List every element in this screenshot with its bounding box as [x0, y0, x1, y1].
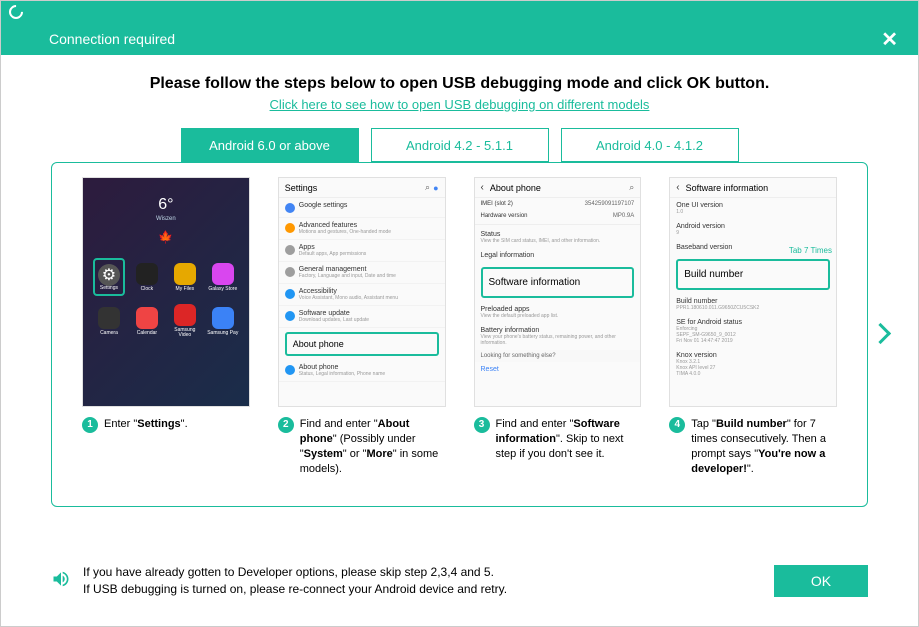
weather-city: Wiszen — [156, 216, 176, 222]
step-4-desc: 4 Tap "Build number" for 7 times consecu… — [669, 417, 837, 476]
kv-row: IMEI (slot 2)354259091197107 — [475, 198, 641, 210]
app-icon: Samsung Pay — [207, 302, 239, 340]
app-grid: SettingsClockMy FilesGalaxy Store CameraC… — [83, 258, 249, 384]
step-num-2: 2 — [278, 417, 294, 433]
tab-android-4-0[interactable]: Android 4.0 - 4.1.2 — [561, 128, 739, 162]
tab-7-note: Tab 7 Times — [789, 246, 832, 255]
back-icon: ‹ — [481, 182, 484, 193]
settings-row: AppsDefault apps, App permissions — [279, 240, 445, 262]
software-info-highlight: Software information — [481, 267, 635, 298]
tab-row: Android 6.0 or above Android 4.2 - 5.1.1… — [51, 128, 868, 162]
dialog-header: Connection required ✕ — [1, 23, 918, 55]
speaker-icon — [51, 569, 71, 594]
step-num-3: 3 — [474, 417, 490, 433]
search-icon: ⌕ — [425, 182, 430, 193]
dialog-window: Connection required ✕ Please follow the … — [0, 0, 919, 627]
step-2-text: Find and enter "About phone" (Possibly u… — [300, 417, 446, 476]
dialog-title: Connection required — [49, 31, 175, 47]
step-4-screenshot: ‹ Software information One UI version1.0… — [669, 177, 837, 407]
help-link[interactable]: Click here to see how to open USB debugg… — [51, 97, 868, 112]
build-number-highlight: Build number — [676, 259, 830, 290]
settings-row: General managementFactory, Language and … — [279, 262, 445, 284]
step-3-screenshot: ‹ About phone ⌕ IMEI (slot 2)35425909119… — [474, 177, 642, 407]
dialog-content: Please follow the steps below to open US… — [1, 55, 918, 507]
main-heading: Please follow the steps below to open US… — [51, 75, 868, 93]
step-4: ‹ Software information One UI version1.0… — [669, 177, 837, 476]
settings-row: Advanced featuresMotions and gestures, O… — [279, 218, 445, 240]
more-icon: ● — [433, 183, 438, 193]
step-4-text: Tap "Build number" for 7 times consecuti… — [691, 417, 837, 476]
step-1-screenshot: 6° Wiszen 🍁 SettingsClockMy FilesGalaxy … — [82, 177, 250, 407]
tab-android-4-2[interactable]: Android 4.2 - 5.1.1 — [371, 128, 549, 162]
step-1-desc: 1 Enter "Settings". — [82, 417, 250, 433]
next-page-icon[interactable] — [873, 326, 891, 344]
looking-text: Looking for something else? — [475, 350, 641, 362]
info-icon — [285, 365, 295, 375]
footer-line1: If you have already gotten to Developer … — [83, 564, 762, 581]
step-1-text: Enter "Settings". — [104, 417, 188, 433]
steps-panel: 6° Wiszen 🍁 SettingsClockMy FilesGalaxy … — [51, 162, 868, 507]
step-2-desc: 2 Find and enter "About phone" (Possibly… — [278, 417, 446, 476]
step-num-1: 1 — [82, 417, 98, 433]
reset-link: Reset — [475, 362, 641, 377]
ph2-title: Settings — [285, 183, 422, 193]
app-icon: Galaxy Store — [207, 258, 239, 296]
settings-row: AccessibilityVoice Assistant, Mono audio… — [279, 284, 445, 306]
section-row: StatusView the SIM card status, IMEI, an… — [475, 227, 641, 248]
footer: If you have already gotten to Developer … — [51, 564, 868, 598]
step-num-4: 4 — [669, 417, 685, 433]
app-icon: Settings — [93, 258, 125, 296]
step-1: 6° Wiszen 🍁 SettingsClockMy FilesGalaxy … — [82, 177, 250, 476]
info-row: Android version9 — [670, 219, 836, 240]
footer-line2: If USB debugging is turned on, please re… — [83, 581, 762, 598]
steps-row: 6° Wiszen 🍁 SettingsClockMy FilesGalaxy … — [82, 177, 837, 476]
ok-button[interactable]: OK — [774, 565, 868, 597]
search-icon: ⌕ — [629, 182, 634, 193]
leaf-icon: 🍁 — [158, 230, 173, 244]
ph2-bottom: About phone Status, Legal information, P… — [279, 360, 445, 382]
info-row: Build numberPPR1.180610.011.G9650ZCU5CSK… — [670, 294, 836, 315]
settings-row: Google settings — [279, 198, 445, 218]
app-icon: Clock — [131, 258, 163, 296]
tab-android-6[interactable]: Android 6.0 or above — [181, 128, 359, 162]
info-row: Knox versionKnox 3.2.1 Knox API level 27… — [670, 348, 836, 381]
back-icon: ‹ — [676, 182, 679, 193]
section-row: Legal information — [475, 248, 641, 263]
ph4-title: Software information — [686, 183, 830, 193]
step-2: Settings ⌕ ● Google settingsAdvanced fea… — [278, 177, 446, 476]
app-icon: My Files — [169, 258, 201, 296]
info-row: SE for Android statusEnforcing SEPF_SM-G… — [670, 315, 836, 348]
titlebar — [1, 1, 918, 23]
step-2-screenshot: Settings ⌕ ● Google settingsAdvanced fea… — [278, 177, 446, 407]
info-row: One UI version1.0 — [670, 198, 836, 219]
section-row: Battery informationView your phone's bat… — [475, 323, 641, 350]
footer-text: If you have already gotten to Developer … — [83, 564, 762, 598]
about-phone-highlight: About phone — [285, 332, 439, 356]
settings-row: Software updateDownload updates, Last up… — [279, 306, 445, 328]
app-logo-icon — [6, 2, 26, 22]
step-3-desc: 3 Find and enter "Software information".… — [474, 417, 642, 462]
kv-row: Hardware versionMP0.9A — [475, 210, 641, 222]
section-row: Preloaded appsView the default preloaded… — [475, 302, 641, 323]
app-icon: Calendar — [131, 302, 163, 340]
app-icon: Samsung Video — [169, 302, 201, 340]
weather-temp: 6° — [158, 196, 173, 214]
ph3-title: About phone — [490, 183, 626, 193]
app-icon: Camera — [93, 302, 125, 340]
close-icon[interactable]: ✕ — [881, 27, 898, 52]
step-3: ‹ About phone ⌕ IMEI (slot 2)35425909119… — [474, 177, 642, 476]
step-3-text: Find and enter "Software information". S… — [496, 417, 642, 462]
